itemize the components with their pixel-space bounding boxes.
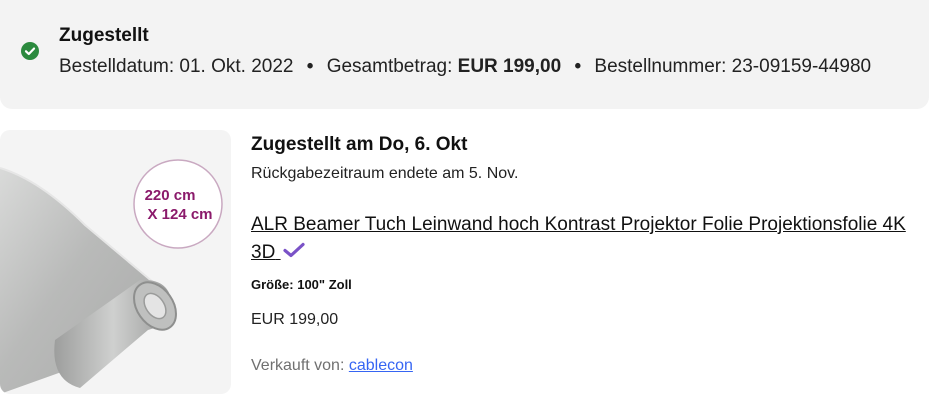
checkmark-icon bbox=[282, 239, 305, 267]
item-title-link[interactable]: ALR Beamer Tuch Leinwand hoch Kontrast P… bbox=[251, 211, 921, 267]
image-badge-line1: 220 cm bbox=[145, 187, 196, 204]
seller-label: Verkauft von: bbox=[251, 357, 345, 374]
order-number: 23-09159-44980 bbox=[731, 56, 872, 77]
order-status-header: Zugestellt Bestelldatum: 01. Okt. 2022 •… bbox=[0, 0, 929, 109]
item-title-text[interactable]: ALR Beamer Tuch Leinwand hoch Kontrast P… bbox=[251, 214, 906, 263]
seller-link[interactable]: cablecon bbox=[349, 357, 413, 374]
item-size: Größe: 100" Zoll bbox=[251, 277, 352, 292]
order-number-label: Bestellnummer: bbox=[594, 56, 727, 77]
seller-info: Verkauft von: cablecon bbox=[251, 357, 413, 375]
order-total-label: Gesamtbetrag: bbox=[326, 56, 453, 77]
order-total: EUR 199,00 bbox=[457, 56, 562, 77]
order-date-label: Bestelldatum: bbox=[59, 56, 175, 77]
meta-separator: • bbox=[306, 56, 314, 77]
item-price: EUR 199,00 bbox=[251, 311, 339, 328]
delivery-status: Zugestellt am Do, 6. Okt bbox=[251, 134, 468, 155]
meta-separator: • bbox=[574, 56, 582, 77]
order-date: 01. Okt. 2022 bbox=[179, 56, 294, 77]
product-image[interactable]: 220 cm X 124 cm bbox=[0, 130, 231, 394]
order-meta: Bestelldatum: 01. Okt. 2022 • Gesamtbetr… bbox=[59, 56, 871, 78]
check-circle-icon bbox=[21, 42, 39, 60]
order-status-title: Zugestellt bbox=[59, 25, 149, 46]
return-window-note: Rückgabezeitraum endete am 5. Nov. bbox=[251, 165, 519, 182]
image-badge-line2: X 124 cm bbox=[147, 206, 212, 223]
